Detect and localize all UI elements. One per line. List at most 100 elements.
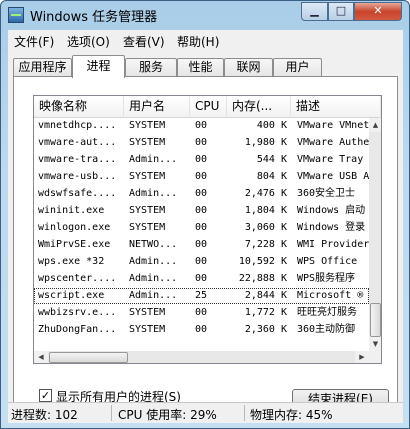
menu-bar: 文件(F) 选项(O) 查看(V) 帮助(H) — [8, 30, 403, 50]
process-image-name: WmiPrvSE.exe — [38, 239, 111, 250]
process-memory: 544 K — [256, 154, 287, 165]
process-row[interactable]: WmiPrvSE.exe NETWO... 00 7,228 K WMI Provide… — [34, 237, 369, 253]
process-cpu: 00 — [195, 273, 208, 284]
process-row[interactable]: winlogon.exe SYSTEM 00 3,060 K Windows 登录 — [34, 220, 369, 236]
process-cpu: 00 — [195, 239, 208, 250]
process-row[interactable]: wwbizsrv.e... SYSTEM 00 1,772 K 旺旺亮灯服务 — [34, 305, 369, 321]
vertical-scrollbar[interactable]: ▲ ▼ — [369, 118, 381, 351]
process-row[interactable]: wpscenter.... Admin... 00 22,888 K WPS服务程序 — [34, 271, 369, 287]
process-memory: 1,804 K — [244, 205, 287, 216]
process-user: SYSTEM — [129, 307, 166, 318]
process-memory: 22,888 K — [238, 273, 287, 284]
process-user: NETWO... — [129, 239, 178, 250]
process-memory: 400 K — [256, 120, 287, 131]
process-row[interactable]: vmware-aut... SYSTEM 00 1,980 K VMware Authe — [34, 135, 369, 151]
status-separator — [111, 405, 112, 421]
process-image-name: wps.exe *32 — [38, 256, 105, 267]
tab-processes[interactable]: 进程 — [72, 55, 125, 78]
process-row[interactable]: vmware-usb... SYSTEM 00 804 K VMware USB A — [34, 169, 369, 185]
scroll-right-icon[interactable]: ▶ — [355, 351, 369, 363]
title-bar[interactable]: Windows 任务管理器 ▁ □ ✕ — [1, 1, 409, 29]
tab-applications[interactable]: 应用程序 — [13, 58, 72, 77]
process-row[interactable]: wps.exe *32 Admin... 00 10,592 K WPS Office — [34, 254, 369, 270]
process-description: 旺旺亮灯服务 — [297, 307, 357, 318]
process-image-name: vmware-tra... — [38, 154, 117, 165]
process-description: Windows 启动 — [297, 205, 366, 216]
horizontal-scrollbar[interactable]: ◀ ▶ — [34, 351, 369, 363]
process-user: SYSTEM — [129, 222, 166, 233]
horizontal-scroll-thumb[interactable] — [49, 352, 128, 363]
status-separator — [244, 405, 245, 421]
process-row[interactable]: vmnetdhcp.... SYSTEM 00 400 K VMware VMnet — [34, 118, 369, 134]
close-button[interactable]: ✕ — [354, 2, 402, 21]
process-description: VMware Tray — [297, 154, 364, 165]
process-user: Admin... — [129, 273, 178, 284]
process-row[interactable]: ZhuDongFan... SYSTEM 00 2,360 K 360主动防御 — [34, 322, 369, 338]
process-memory: 2,476 K — [244, 188, 287, 199]
column-cpu[interactable]: CPU — [190, 96, 227, 118]
column-memory[interactable]: 内存(... — [227, 96, 291, 118]
menu-view[interactable]: 查看(V) — [123, 33, 165, 50]
process-image-name: vmware-usb... — [38, 171, 117, 182]
process-cpu: 00 — [195, 188, 208, 199]
process-cpu: 25 — [195, 290, 208, 301]
process-description: Windows 登录 — [297, 222, 366, 233]
process-cpu: 00 — [195, 120, 208, 131]
process-row[interactable]: vmware-tra... Admin... 00 544 K VMware Tray — [34, 152, 369, 168]
vertical-scroll-thumb[interactable] — [370, 303, 381, 337]
process-user: SYSTEM — [129, 120, 166, 131]
process-image-name: wscript.exe — [38, 290, 105, 301]
process-user: Admin... — [129, 154, 178, 165]
tab-performance[interactable]: 性能 — [177, 58, 224, 77]
minimize-button[interactable]: ▁ — [301, 2, 328, 21]
tab-strip: 应用程序 进程 服务 性能 联网 用户 — [8, 55, 403, 78]
process-user: SYSTEM — [129, 171, 166, 182]
process-memory: 804 K — [256, 171, 287, 182]
menu-help[interactable]: 帮助(H) — [177, 33, 219, 50]
process-memory: 1,980 K — [244, 137, 287, 148]
process-user: Admin... — [129, 188, 178, 199]
scroll-down-icon[interactable]: ▼ — [369, 337, 381, 351]
maximize-button[interactable]: □ — [328, 2, 354, 21]
process-row[interactable]: wdswfsafe.... Admin... 00 2,476 K 360安全卫士 — [34, 186, 369, 202]
window-title: Windows 任务管理器 — [30, 10, 158, 25]
process-user: Admin... — [129, 256, 178, 267]
tab-users[interactable]: 用户 — [273, 58, 322, 77]
column-description[interactable]: 描述 — [291, 96, 381, 118]
process-row[interactable]: wscript.exe Admin... 25 2,844 K Microsoft ® — [34, 288, 369, 304]
show-all-users-checkbox[interactable]: ✓ — [39, 389, 52, 402]
process-memory: 1,772 K — [244, 307, 287, 318]
column-user-name[interactable]: 用户名 — [124, 96, 190, 118]
process-cpu: 00 — [195, 256, 208, 267]
scroll-left-icon[interactable]: ◀ — [34, 351, 48, 363]
tab-networking[interactable]: 联网 — [224, 58, 273, 77]
process-memory: 2,360 K — [244, 324, 287, 335]
process-memory: 3,060 K — [244, 222, 287, 233]
column-image-name[interactable]: 映像名称 — [34, 96, 124, 118]
process-user: SYSTEM — [129, 324, 166, 335]
process-row[interactable]: wininit.exe SYSTEM 00 1,804 K Windows 启动 — [34, 203, 369, 219]
menu-file[interactable]: 文件(F) — [14, 33, 54, 50]
status-physical-memory: 物理内存: 45% — [250, 408, 333, 422]
process-description: VMware Authe — [297, 137, 369, 148]
column-header-row: 映像名称 用户名 CPU 内存(... 描述 — [34, 96, 381, 118]
process-description: 360安全卫士 — [297, 188, 356, 199]
task-manager-icon — [8, 7, 24, 23]
status-process-count: 进程数: 102 — [11, 408, 78, 422]
process-image-name: vmware-aut... — [38, 137, 117, 148]
process-cpu: 00 — [195, 171, 208, 182]
process-cpu: 00 — [195, 205, 208, 216]
scroll-up-icon[interactable]: ▲ — [369, 118, 381, 132]
process-list[interactable]: 映像名称 用户名 CPU 内存(... 描述 vmnetdhcp.... SYST… — [33, 95, 382, 364]
process-user: Admin... — [129, 290, 178, 301]
menu-options[interactable]: 选项(O) — [67, 33, 110, 50]
process-memory: 2,844 K — [244, 290, 287, 301]
task-manager-window: Windows 任务管理器 ▁ □ ✕ 文件(F) 选项(O) 查看(V) 帮助… — [0, 0, 410, 429]
process-cpu: 00 — [195, 324, 208, 335]
process-description: 360主动防御 — [297, 324, 356, 335]
process-image-name: wininit.exe — [38, 205, 105, 216]
status-bar: 进程数: 102 CPU 使用率: 29% 物理内存: 45% — [8, 402, 403, 423]
process-description: WPS Office — [297, 256, 358, 267]
tab-services[interactable]: 服务 — [125, 58, 177, 77]
process-image-name: winlogon.exe — [38, 222, 111, 233]
